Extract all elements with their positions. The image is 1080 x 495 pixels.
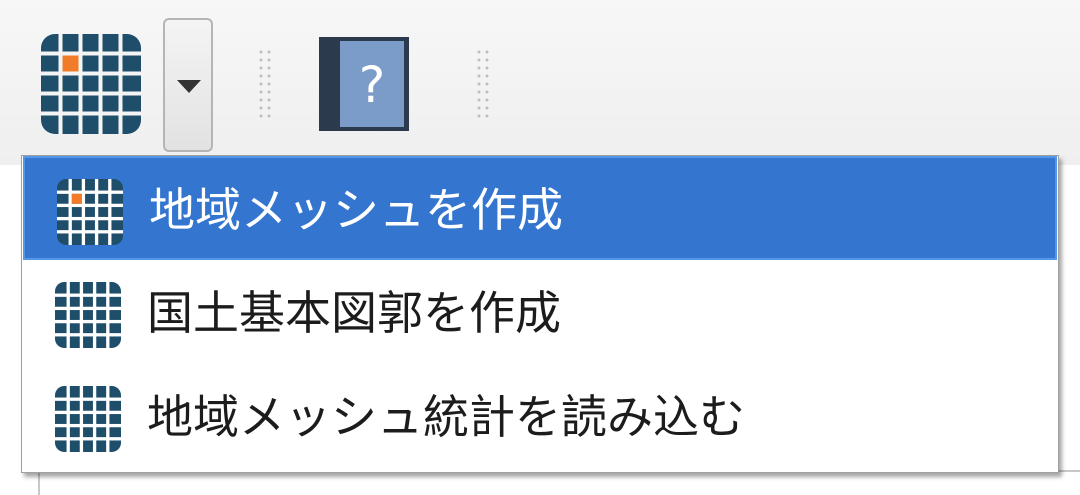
- help-glyph: ?: [359, 56, 386, 114]
- grid-mesh-icon: [55, 282, 121, 348]
- chevron-down-icon: [177, 80, 201, 93]
- panel-edge: [38, 470, 1080, 495]
- menu-item-label: 地域メッシュを作成: [149, 183, 563, 237]
- grid-mesh-icon: [55, 386, 121, 452]
- menu-item-label: 地域メッシュ統計を読み込む: [147, 390, 745, 444]
- menu-item-create-regional-mesh[interactable]: 地域メッシュを作成: [23, 156, 1057, 260]
- help-book-icon[interactable]: ?: [318, 36, 410, 132]
- toolbar-separator-grip[interactable]: [475, 48, 491, 120]
- grid-tool-dropdown-button[interactable]: [163, 18, 213, 152]
- grid-mesh-icon: [57, 179, 123, 245]
- dropdown-menu: 地域メッシュを作成 国土基本図郭を作成 地域メッシュ統計を読み込む: [21, 155, 1059, 473]
- menu-item-create-basic-map-sheet[interactable]: 国土基本図郭を作成: [23, 261, 1057, 365]
- toolbar: ?: [0, 0, 1080, 165]
- grid-mesh-icon[interactable]: [41, 34, 141, 134]
- toolbar-separator-grip[interactable]: [257, 48, 273, 120]
- menu-item-load-mesh-statistics[interactable]: 地域メッシュ統計を読み込む: [23, 365, 1057, 469]
- menu-item-label: 国土基本図郭を作成: [147, 286, 561, 340]
